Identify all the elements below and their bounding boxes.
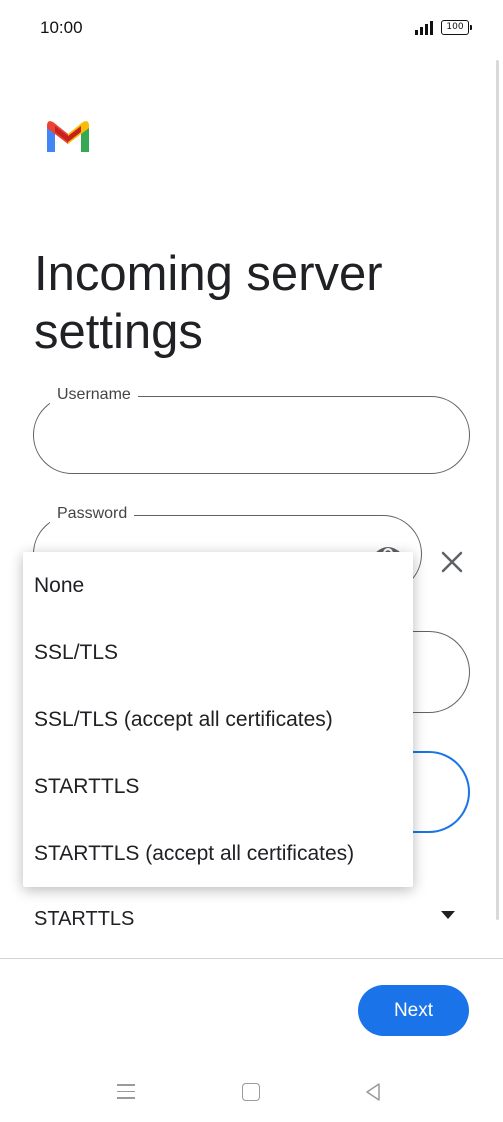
close-icon[interactable] (438, 548, 466, 576)
scrollbar[interactable] (496, 60, 499, 920)
dropdown-option-none[interactable]: None (23, 552, 413, 619)
security-type-value: STARTTLS (34, 908, 135, 930)
next-button[interactable]: Next (358, 985, 469, 1036)
status-time: 10:00 (40, 18, 83, 37)
security-dropdown-menu: None SSL/TLS SSL/TLS (accept all certifi… (23, 552, 413, 887)
dropdown-arrow-icon (441, 911, 455, 919)
username-label: Username (50, 386, 138, 404)
dropdown-option-starttls[interactable]: STARTTLS (23, 753, 413, 820)
username-field[interactable]: Username (33, 386, 470, 474)
security-type-select[interactable]: STARTTLS (0, 890, 503, 950)
battery-icon: 100 (441, 20, 472, 35)
gmail-logo (47, 121, 89, 152)
home-icon[interactable] (242, 1083, 260, 1101)
dropdown-option-starttls-accept-all[interactable]: STARTTLS (accept all certificates) (23, 820, 413, 887)
status-indicators: 100 (415, 20, 472, 35)
navigation-bar (0, 1060, 503, 1122)
page-title: Incoming server settings (34, 246, 383, 359)
dropdown-option-ssl-tls[interactable]: SSL/TLS (23, 619, 413, 686)
dropdown-option-ssl-tls-accept-all[interactable]: SSL/TLS (accept all certificates) (23, 686, 413, 753)
divider (0, 958, 503, 959)
back-icon[interactable] (364, 1082, 382, 1102)
menu-icon[interactable] (117, 1084, 135, 1104)
password-label: Password (50, 505, 135, 523)
status-bar: 10:00 100 (0, 0, 503, 56)
signal-icon (415, 20, 433, 35)
